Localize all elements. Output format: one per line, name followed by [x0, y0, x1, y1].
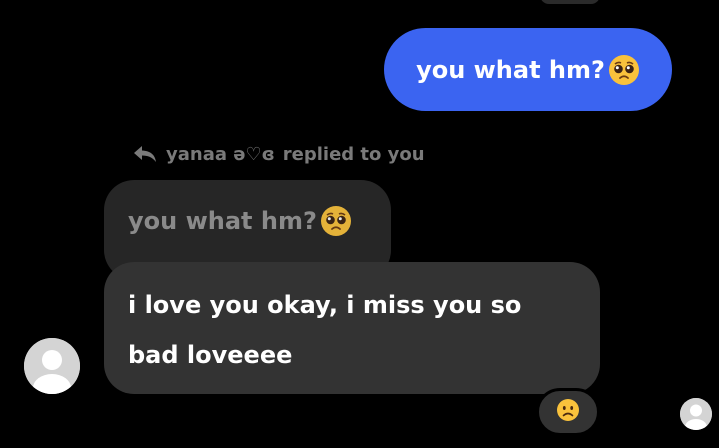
- previous-message-bubble: [540, 0, 600, 4]
- pleading-face-icon: [320, 205, 352, 237]
- frowning-face-icon: [556, 398, 580, 426]
- reaction-badge[interactable]: [536, 388, 600, 436]
- received-message-line-2: bad loveeee: [128, 341, 293, 369]
- seen-by-avatar: [680, 398, 712, 430]
- default-user-icon: [24, 338, 80, 394]
- quoted-message-text: you what hm?: [128, 207, 317, 235]
- received-message-line-1: i love you okay, i miss you so: [128, 291, 522, 319]
- sent-message-bubble[interactable]: you what hm?: [384, 28, 672, 111]
- reply-arrow-icon: [134, 146, 156, 162]
- reply-author-name: yanaa ə♡ɞ: [166, 143, 275, 165]
- reply-suffix: replied to you: [282, 143, 425, 165]
- pleading-face-icon: [608, 54, 640, 86]
- reply-header: yanaa ə♡ɞ replied to you: [132, 141, 425, 167]
- received-message-text: i love you okay, i miss you so bad lovee…: [128, 280, 568, 380]
- sent-message-text: you what hm?: [416, 55, 605, 84]
- quoted-message-content: you what hm?: [128, 205, 352, 237]
- sender-avatar[interactable]: [24, 338, 80, 394]
- default-user-icon: [680, 398, 712, 430]
